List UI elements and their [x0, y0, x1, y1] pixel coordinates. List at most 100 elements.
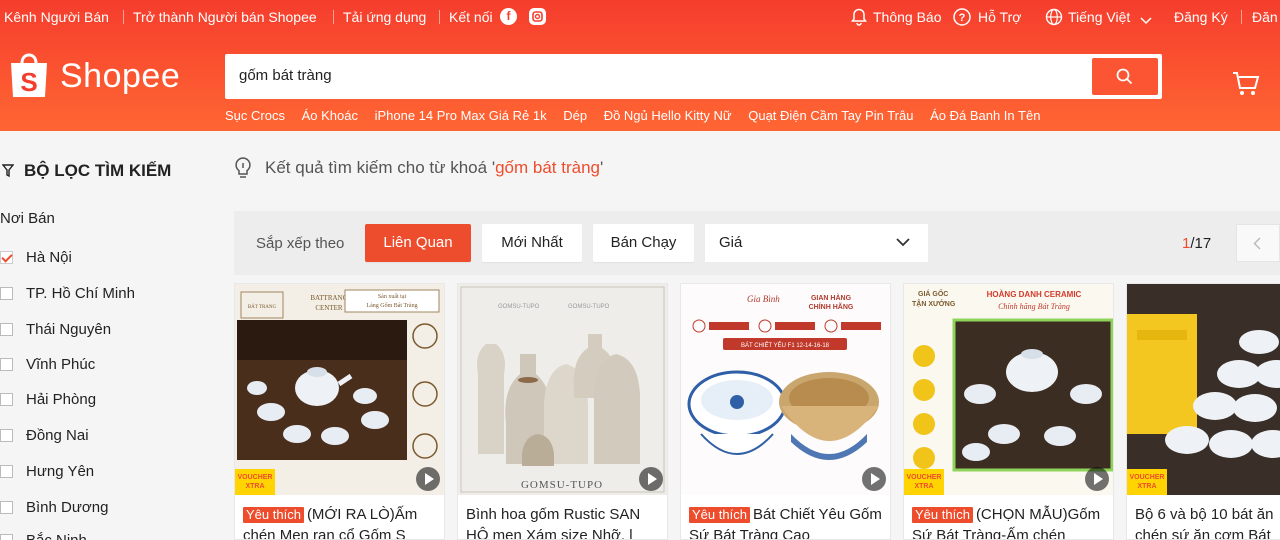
- product-name[interactable]: Yêu thích (CHỌN MẪU)Gốm Sứ Bát Tràng-Ấm c…: [912, 504, 1108, 539]
- sort-newest-button[interactable]: Mới Nhất: [482, 224, 582, 262]
- product-card[interactable]: VOUCHER XTRA Bộ 6 và bộ 10 bát ăn chén sứ…: [1126, 283, 1280, 540]
- play-video-icon[interactable]: [1085, 467, 1109, 491]
- voucher-xtra-badge: VOUCHER XTRA: [1127, 469, 1167, 495]
- filter-icon: [2, 164, 14, 178]
- checkbox[interactable]: [0, 392, 13, 406]
- play-video-icon[interactable]: [639, 467, 663, 491]
- bell-icon[interactable]: [851, 8, 867, 29]
- filter-heading: BỘ LỌC TÌM KIẾM: [2, 161, 171, 181]
- product-title[interactable]: Bình hoa gốm Rustic SAN HÔ men Xám size …: [466, 506, 640, 539]
- search-result-summary: Kết quả tìm kiếm cho từ khoá ' gốm bát tr…: [233, 156, 603, 180]
- favorite-badge: Yêu thích: [243, 507, 304, 523]
- product-image[interactable]: Gia Bình GIAN HÀNG CHÍNH HÃNG BÁT CHIẾT …: [681, 284, 890, 495]
- suggestion-link[interactable]: Quạt Điện Cầm Tay Pin Trâu: [748, 108, 913, 123]
- product-name[interactable]: Yêu thích (MỚI RA LÒ)Ấm chén Men rạn cổ G…: [243, 504, 439, 539]
- product-image[interactable]: GIÁ GỐC TẬN XƯỞNG HOÀNG DANH CERAMIC Chí…: [904, 284, 1113, 495]
- divider: [1241, 10, 1242, 24]
- sort-price-select[interactable]: Giá: [705, 224, 928, 262]
- product-card[interactable]: GIÁ GỐC TẬN XƯỞNG HOÀNG DANH CERAMIC Chí…: [903, 283, 1114, 540]
- support-link[interactable]: Hỗ Trợ: [978, 9, 1021, 25]
- product-name[interactable]: Bộ 6 và bộ 10 bát ăn chén sứ ăn cơm Bát: [1135, 504, 1280, 539]
- checkbox[interactable]: [0, 500, 13, 514]
- divider: [333, 10, 334, 24]
- location-option-dong-nai[interactable]: Đồng Nai: [0, 425, 89, 445]
- product-name[interactable]: Yêu thích Bát Chiết Yêu Gốm Sứ Bát Tràng …: [689, 504, 885, 539]
- suggestion-link[interactable]: Dép: [563, 108, 587, 123]
- download-app-link[interactable]: Tải ứng dụng: [343, 9, 426, 25]
- voucher-xtra-badge: VOUCHER XTRA: [904, 469, 944, 495]
- facebook-icon[interactable]: f: [500, 8, 517, 25]
- suggestion-link[interactable]: iPhone 14 Pro Max Giá Rẻ 1k: [375, 108, 547, 123]
- sort-bestseller-button[interactable]: Bán Chạy: [593, 224, 694, 262]
- result-keyword: gốm bát tràng: [495, 158, 600, 177]
- play-video-icon[interactable]: [416, 467, 440, 491]
- product-card[interactable]: BÁT TRANG BATTRANG CENTER Sản xuất tại L…: [234, 283, 445, 540]
- checkbox[interactable]: [0, 357, 13, 371]
- result-suffix: ': [599, 158, 604, 177]
- product-image[interactable]: BÁT TRANG BATTRANG CENTER Sản xuất tại L…: [235, 284, 444, 495]
- product-card[interactable]: Gia Bình GIAN HÀNG CHÍNH HÃNG BÁT CHIẾT …: [680, 283, 891, 540]
- suggestion-link[interactable]: Sục Crocs: [225, 108, 285, 123]
- suggestion-link[interactable]: Áo Đá Banh In Tên: [930, 108, 1040, 123]
- favorite-badge: Yêu thích: [689, 507, 750, 523]
- checkbox[interactable]: [0, 286, 13, 300]
- instagram-icon[interactable]: [529, 8, 546, 25]
- search-input[interactable]: gốm bát tràng: [239, 67, 332, 84]
- chevron-left-icon: [1253, 237, 1261, 250]
- location-label: Hưng Yên: [26, 462, 95, 480]
- svg-text:CHÍNH HÃNG: CHÍNH HÃNG: [809, 302, 854, 311]
- location-label: TP. Hồ Chí Minh: [26, 284, 135, 302]
- product-title[interactable]: Bộ 6 và bộ 10 bát ăn chén sứ ăn cơm Bát: [1135, 506, 1273, 539]
- globe-icon[interactable]: [1045, 8, 1063, 29]
- product-card[interactable]: GOMSU-TUPO GOMSU-TUPO GOMSU-TUPO Bình ho…: [457, 283, 668, 540]
- become-seller-link[interactable]: Trở thành Người bán Shopee: [133, 9, 317, 25]
- play-video-icon[interactable]: [862, 467, 886, 491]
- location-option-binh-duong[interactable]: Bình Dương: [0, 497, 108, 517]
- suggestion-link[interactable]: Đồ Ngủ Hello Kitty Nữ: [604, 108, 732, 123]
- chevron-down-icon: [1140, 12, 1152, 28]
- checkbox[interactable]: [0, 533, 13, 540]
- location-label: Thái Nguyên: [26, 320, 112, 338]
- chevron-down-icon: [896, 238, 910, 247]
- shopee-logo[interactable]: S Shopee: [8, 52, 180, 100]
- svg-text:Sản xuất tại: Sản xuất tại: [378, 293, 407, 300]
- location-option-hai-phong[interactable]: Hải Phòng: [0, 389, 96, 409]
- location-option-hcm[interactable]: TP. Hồ Chí Minh: [0, 283, 135, 303]
- register-link[interactable]: Đăng Ký: [1174, 9, 1228, 25]
- location-option-hung-yen[interactable]: Hưng Yên: [0, 461, 94, 481]
- checkbox[interactable]: [0, 250, 13, 264]
- svg-text:GOMSU-TUPO: GOMSU-TUPO: [498, 304, 540, 310]
- location-label: Hải Phòng: [26, 390, 97, 408]
- search-button[interactable]: [1092, 58, 1158, 95]
- search-bar[interactable]: gốm bát tràng: [225, 54, 1162, 99]
- notifications-link[interactable]: Thông Báo: [873, 9, 942, 25]
- location-label: Bình Dương: [26, 498, 109, 516]
- location-option-bac-ninh[interactable]: Bắc Ninh: [0, 530, 87, 540]
- location-option-thai-nguyen[interactable]: Thái Nguyên: [0, 319, 111, 339]
- product-image[interactable]: GOMSU-TUPO GOMSU-TUPO GOMSU-TUPO: [458, 284, 667, 495]
- sort-bar: Sắp xếp theo Liên Quan Mới Nhất Bán Chạy…: [234, 211, 1280, 275]
- connect-label: Kết nối: [449, 9, 493, 25]
- location-option-ha-noi[interactable]: Hà Nội: [0, 247, 72, 267]
- lightbulb-icon: [235, 157, 251, 178]
- image-caption: BATTRANG: [310, 294, 347, 302]
- product-image[interactable]: VOUCHER XTRA: [1127, 284, 1280, 495]
- cart-icon[interactable]: [1232, 70, 1260, 103]
- suggestion-link[interactable]: Áo Khoác: [302, 108, 358, 123]
- divider: [123, 10, 124, 24]
- checkbox[interactable]: [0, 464, 13, 478]
- prev-page-button[interactable]: [1236, 224, 1280, 262]
- location-label: Vĩnh Phúc: [26, 355, 96, 373]
- shopee-bag-icon: S: [8, 52, 50, 100]
- language-selector[interactable]: Tiếng Việt: [1068, 9, 1130, 25]
- sort-relevance-button[interactable]: Liên Quan: [365, 224, 471, 262]
- login-link[interactable]: Đăn: [1252, 9, 1278, 25]
- checkbox[interactable]: [0, 322, 13, 336]
- location-option-vinh-phuc[interactable]: Vĩnh Phúc: [0, 354, 95, 374]
- svg-text:GOMSU-TUPO: GOMSU-TUPO: [568, 304, 610, 310]
- product-name[interactable]: Bình hoa gốm Rustic SAN HÔ men Xám size …: [466, 504, 662, 539]
- seller-channel-link[interactable]: Kênh Người Bán: [4, 9, 109, 25]
- checkbox[interactable]: [0, 428, 13, 442]
- svg-text:Chính hãng Bát Tràng: Chính hãng Bát Tràng: [998, 302, 1070, 311]
- help-icon[interactable]: ?: [953, 8, 971, 29]
